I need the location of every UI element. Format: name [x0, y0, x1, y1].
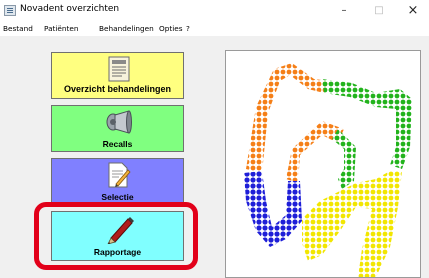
recalls-label: Recalls [102, 139, 133, 149]
megaphone-icon [106, 110, 132, 134]
maximize-button[interactable]: □ [364, 2, 394, 20]
menu-bestand[interactable]: Bestand [3, 24, 33, 33]
selectie-button[interactable]: Selectie [51, 158, 184, 205]
logo-panel [225, 50, 421, 278]
overzicht-behandelingen-button[interactable]: Overzicht behandelingen [51, 52, 184, 99]
overzicht-behandelingen-label: Overzicht behandelingen [63, 84, 172, 94]
menu-patienten[interactable]: Patiënten [44, 24, 79, 33]
menu-behandelingen[interactable]: Behandelingen [99, 24, 154, 33]
window-title: Novadent overzichten [20, 4, 120, 14]
selectie-label: Selectie [101, 192, 134, 202]
edit-document-icon [108, 162, 131, 188]
minimize-button[interactable]: – [329, 2, 359, 20]
recalls-button[interactable]: Recalls [51, 105, 184, 152]
app-icon [4, 5, 16, 16]
menu-opties[interactable]: Opties [159, 24, 183, 33]
rapportage-highlight [34, 202, 198, 270]
menu-bar: Bestand Patiënten Behandelingen Opties ? [0, 22, 429, 37]
close-button[interactable]: × [398, 2, 428, 20]
menu-help[interactable]: ? [186, 24, 190, 33]
document-icon [108, 56, 130, 82]
tooth-logo-icon [244, 63, 412, 277]
title-bar: Novadent overzichten – □ × [0, 0, 429, 22]
